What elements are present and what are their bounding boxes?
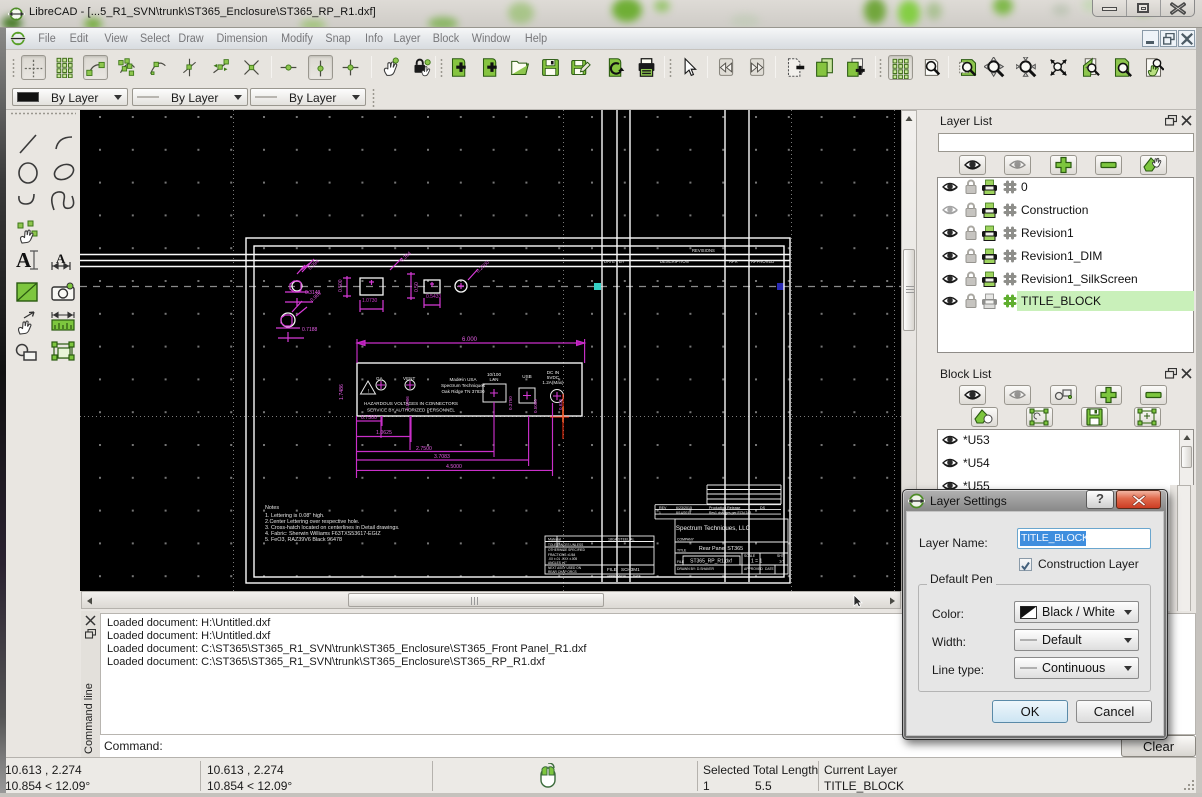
svg-text:REVISIONS: REVISIONS <box>692 248 715 253</box>
svg-text:1/1: 1/1 <box>779 559 785 564</box>
svg-text:1: 1 <box>659 511 661 515</box>
svg-text:5. FeO3, RAZ39V6 Black 96478: 5. FeO3, RAZ39V6 Black 96478 <box>265 537 342 543</box>
svg-text:DRAWN BY: D.SHAVER: DRAWN BY: D.SHAVER <box>677 567 714 571</box>
svg-text:GA: GA <box>376 376 384 381</box>
svg-text:1.0730: 1.0730 <box>362 298 378 304</box>
svg-text:DATE: DATE <box>765 567 775 571</box>
svg-text:USB: USB <box>522 374 531 379</box>
svg-text:Made in USA: Made in USA <box>449 377 477 382</box>
svg-text:1 = 1: 1 = 1 <box>751 559 762 565</box>
svg-text:Spectrum Techniques, LLC: Spectrum Techniques, LLC <box>676 525 751 532</box>
svg-text:DS: DS <box>760 506 766 510</box>
svg-text:DATE: DATE <box>633 574 641 578</box>
svg-text:SCALE: SCALE <box>744 554 756 558</box>
svg-text:0.7188: 0.7188 <box>302 327 318 333</box>
svg-text:0.5906: 0.5906 <box>405 396 410 410</box>
svg-text:A: A <box>16 248 32 272</box>
svg-text:1.2A(Max): 1.2A(Max) <box>542 380 564 385</box>
svg-text:SERVICE BY AUTHORIZED PERSONNE: SERVICE BY AUTHORIZED PERSONNEL <box>367 408 455 413</box>
svg-text:OTHERWISE SPECIFIED: OTHERWISE SPECIFIED <box>548 548 586 552</box>
svg-text:FILE: FILE <box>607 567 617 572</box>
svg-text:APR: APR <box>729 259 738 264</box>
svg-text:BY: BY <box>619 259 625 264</box>
svg-text:Rev1 changes per ECN 243: Rev1 changes per ECN 243 <box>709 511 751 515</box>
svg-text:Rear Panel ST365: Rear Panel ST365 <box>699 546 743 552</box>
svg-text:2.7500: 2.7500 <box>416 446 432 452</box>
svg-text:APPROVED: APPROVED <box>744 567 763 571</box>
svg-text:1.0625: 1.0625 <box>376 430 392 436</box>
svg-text:FILE: FILE <box>677 560 685 564</box>
svg-text:DATE: DATE <box>604 259 615 264</box>
svg-text:ANGLES ±1°: ANGLES ±1° <box>548 561 567 565</box>
svg-text:REAR CHAP ORCS: REAR CHAP ORCS <box>548 570 577 574</box>
svg-text:0.5000: 0.5000 <box>533 399 538 413</box>
svg-text:APPROVED: APPROVED <box>607 574 625 578</box>
svg-text:COMPANY: COMPANY <box>677 538 695 542</box>
svg-text:SCH3M1: SCH3M1 <box>621 567 640 572</box>
svg-text:18GA STEEL AL: 18GA STEEL AL <box>608 538 634 542</box>
svg-text:SHT: SHT <box>777 554 784 558</box>
svg-text:Material: Material <box>548 538 561 542</box>
svg-text:1.7486: 1.7486 <box>339 384 345 400</box>
svg-text:8/14/2015: 8/14/2015 <box>676 511 691 515</box>
svg-text:REV: REV <box>659 506 667 510</box>
svg-text:ST365_RP_R1.dxf: ST365_RP_R1.dxf <box>690 559 732 565</box>
svg-text:3.7083: 3.7083 <box>434 454 450 460</box>
svg-text:0.500: 0.500 <box>338 279 344 292</box>
svg-text:VENT: VENT <box>403 376 415 381</box>
svg-text:4.5000: 4.5000 <box>446 464 462 470</box>
svg-text:Spectrum Techniques: Spectrum Techniques <box>441 383 486 388</box>
svg-text:LAN: LAN <box>490 377 499 382</box>
svg-text:6.000: 6.000 <box>462 337 478 343</box>
svg-text:!: ! <box>368 389 369 395</box>
svg-text:HAZARDOUS VOLTAGES IN CONNECTO: HAZARDOUS VOLTAGES IN CONNECTORS <box>364 401 458 406</box>
svg-text:0.50: 0.50 <box>414 282 420 292</box>
svg-text:TOLERANCES UNLESS: TOLERANCES UNLESS <box>548 543 583 547</box>
svg-text:Oak Ridge TN 37830: Oak Ridge TN 37830 <box>441 389 485 394</box>
svg-text:0.7500: 0.7500 <box>361 415 377 421</box>
svg-text:TITLE: TITLE <box>677 549 687 553</box>
svg-text:DESCRIPTION: DESCRIPTION <box>660 259 689 264</box>
svg-text:Notes: Notes <box>265 505 279 511</box>
svg-text:Production Release: Production Release <box>709 506 740 510</box>
svg-text:APPROVED: APPROVED <box>751 259 774 264</box>
svg-text:6/23/2015: 6/23/2015 <box>676 506 692 510</box>
svg-text:0.3750: 0.3750 <box>508 396 513 410</box>
svg-text:0.5433: 0.5433 <box>426 294 442 300</box>
